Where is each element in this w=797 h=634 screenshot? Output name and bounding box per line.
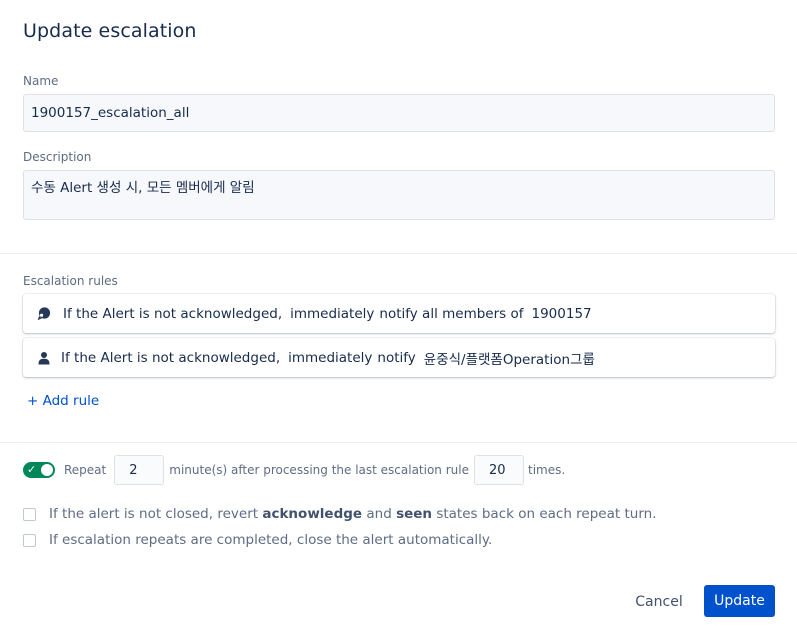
revert-text-1: If the alert is not closed, revert — [49, 506, 259, 522]
escalation-rules-label: Escalation rules — [23, 274, 118, 288]
repeat-interval-suffix: minute(s) after processing the last esca… — [169, 463, 469, 477]
cancel-button[interactable]: Cancel — [625, 586, 693, 618]
repeat-toggle[interactable]: ✓ — [23, 462, 55, 478]
auto-close-label: If escalation repeats are completed, clo… — [49, 532, 493, 548]
team-icon — [35, 305, 53, 323]
description-input[interactable]: 수동 Alert 생성 시, 모든 멤버에게 알림 — [23, 170, 775, 220]
revert-text-3: states back on each repeat turn. — [436, 506, 657, 522]
revert-text-2: and — [366, 506, 392, 522]
auto-close-checkbox[interactable] — [23, 533, 36, 547]
name-input[interactable] — [23, 94, 775, 132]
divider — [0, 253, 797, 254]
rule-condition: If the Alert is not acknowledged, — [63, 305, 283, 322]
add-rule-button[interactable]: + Add rule — [27, 393, 99, 409]
update-button[interactable]: Update — [704, 585, 775, 617]
divider — [0, 442, 797, 443]
toggle-knob — [41, 464, 53, 476]
repeat-interval-input[interactable] — [114, 455, 165, 485]
revert-text-bold-2: seen — [396, 506, 433, 522]
revert-states-option[interactable]: If the alert is not closed, revert ackno… — [23, 506, 656, 522]
repeat-label: Repeat — [64, 463, 107, 477]
repeat-times-suffix: times. — [528, 463, 566, 477]
repeat-times-input[interactable] — [474, 455, 524, 485]
check-icon: ✓ — [27, 463, 37, 476]
description-label: Description — [23, 150, 92, 164]
rule-condition: If the Alert is not acknowledged, — [61, 349, 281, 366]
rule-timing[interactable]: immediately — [290, 306, 374, 322]
dialog-title: Update escalation — [23, 20, 197, 42]
auto-close-option[interactable]: If escalation repeats are completed, clo… — [23, 532, 492, 548]
rule-target[interactable]: 1900157 — [532, 306, 592, 322]
revert-text-bold-1: acknowledge — [262, 506, 363, 522]
rule-target[interactable]: 윤중식/플랫폼Operation그룹 — [424, 348, 595, 368]
rule-timing[interactable]: immediately — [288, 350, 372, 366]
escalation-rule-1[interactable]: If the Alert is not acknowledged, immedi… — [23, 294, 775, 333]
revert-states-checkbox[interactable] — [23, 507, 36, 521]
name-label: Name — [23, 74, 59, 88]
escalation-rule-2[interactable]: If the Alert is not acknowledged, immedi… — [23, 338, 775, 377]
repeat-row: ✓ Repeat minute(s) after processing the … — [23, 455, 565, 485]
rule-action: notify all members of — [379, 305, 524, 322]
rule-action: notify — [377, 349, 416, 366]
user-icon — [35, 349, 53, 367]
